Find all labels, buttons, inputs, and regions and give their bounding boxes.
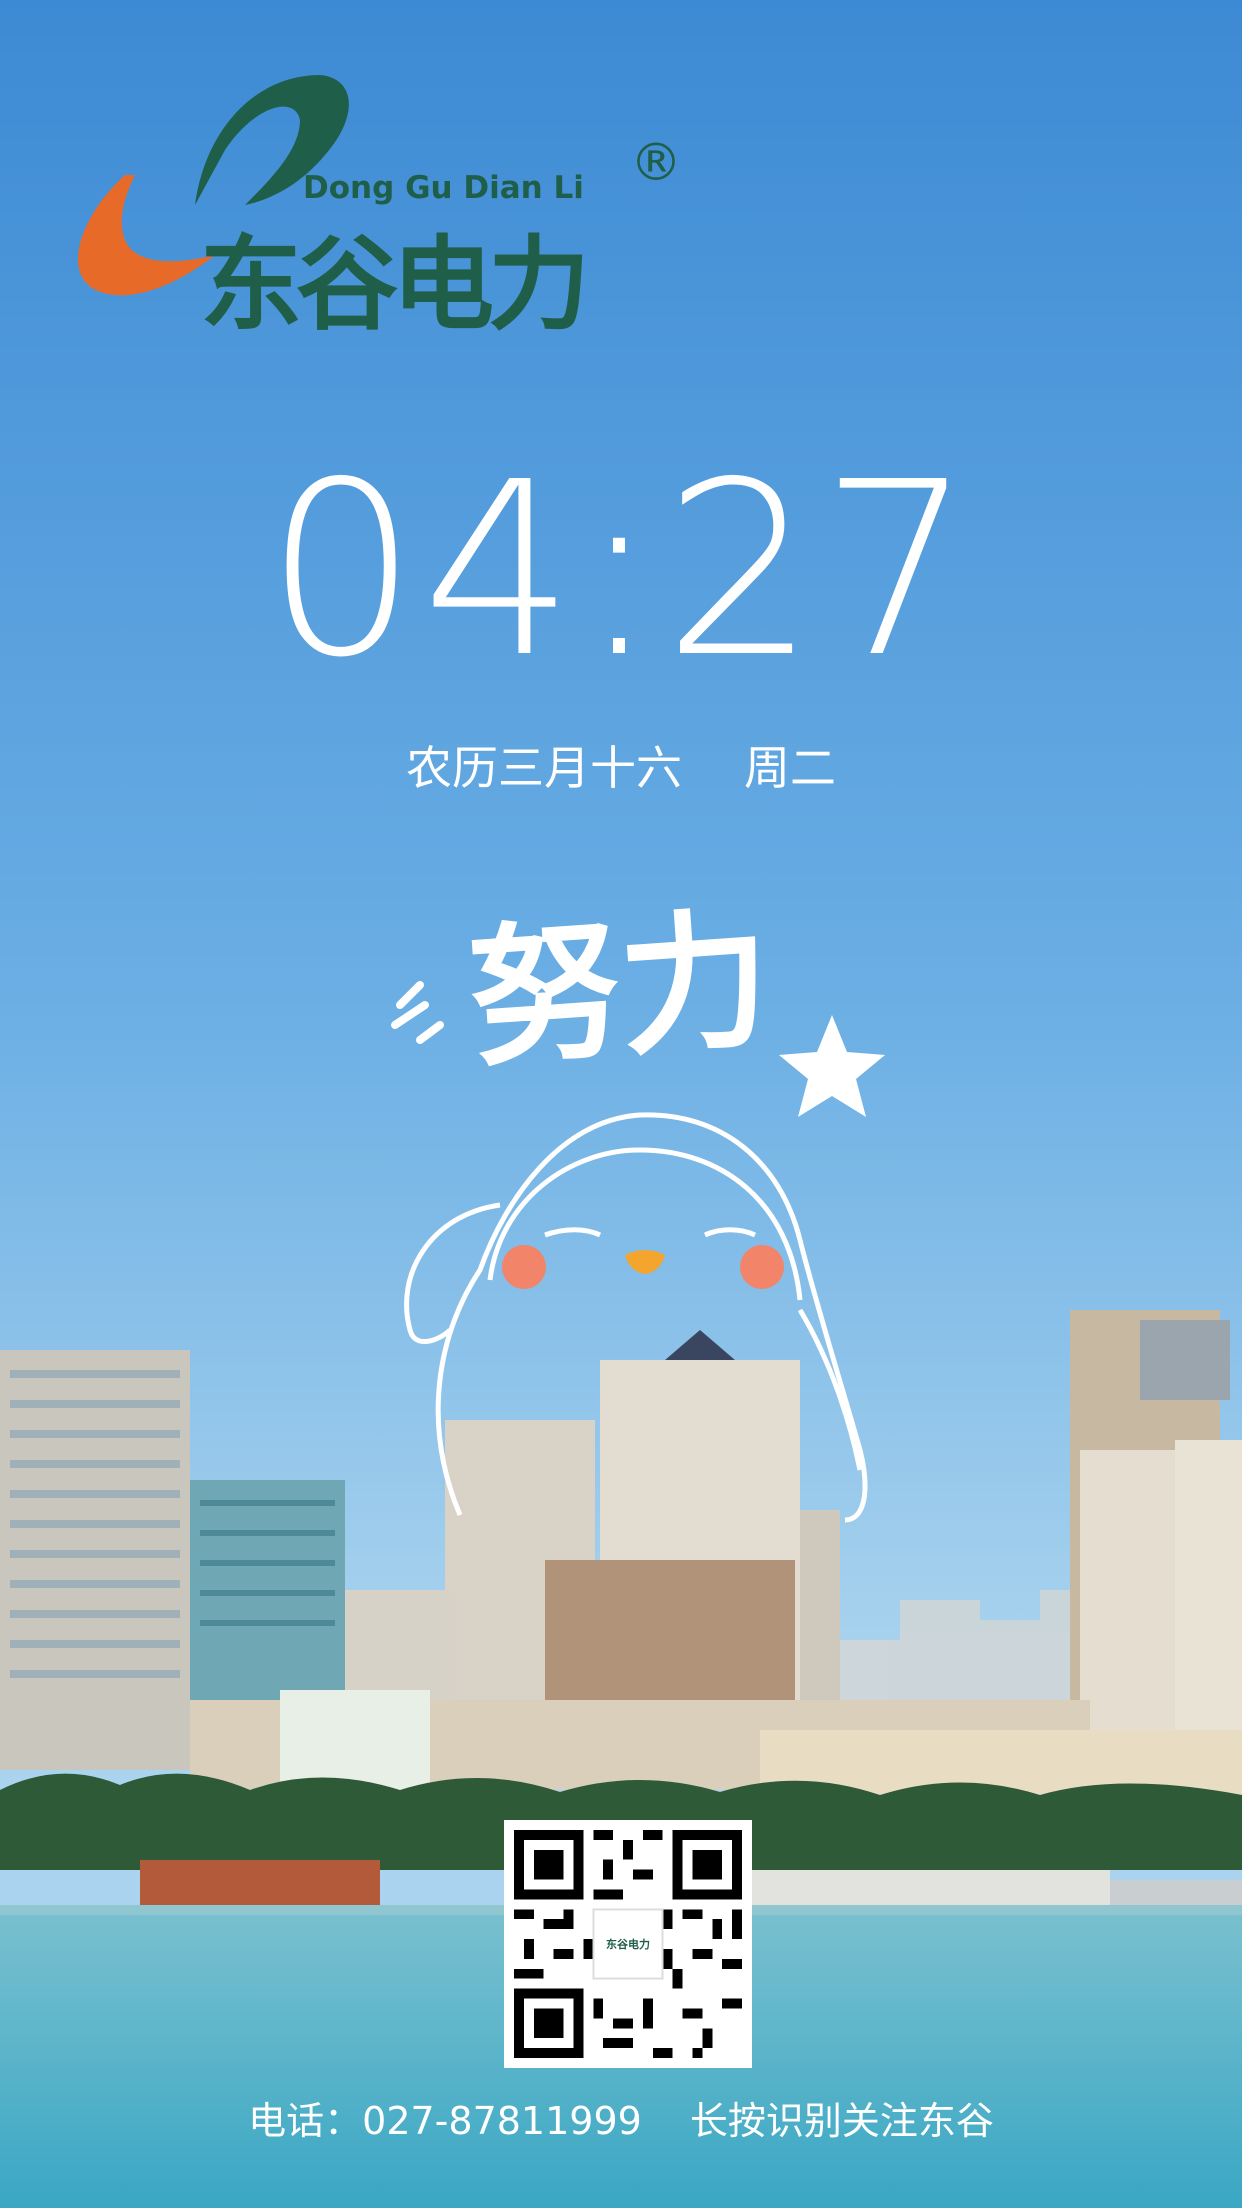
spark-lines-icon: [391, 981, 444, 1044]
lunar-date: 农历三月十六: [406, 741, 682, 795]
star-icon: [779, 1015, 885, 1117]
footer-info: 电话：027-87811999 长按识别关注东谷: [0, 2096, 1242, 2146]
beak-icon: [625, 1250, 665, 1274]
logo-mark: Dong Gu Dian Li ® 东谷电力: [77, 75, 682, 345]
brand-logo: Dong Gu Dian Li ® 东谷电力: [55, 60, 695, 350]
building: [0, 1350, 190, 1770]
qr-center-logo: 东谷电力: [601, 1917, 655, 1971]
date-line: 农历三月十六 周二: [0, 738, 1242, 798]
follow-text: 长按识别关注东谷: [689, 2099, 994, 2143]
left-cheek-icon: [502, 1245, 546, 1289]
slogan-text: 努力: [464, 893, 775, 1088]
left-eye-icon: [544, 1227, 602, 1238]
logo-english-name: Dong Gu Dian Li: [303, 170, 584, 206]
phone-text: 电话：027-87811999: [248, 2099, 642, 2143]
qr-center-logo-text: 东谷电力: [606, 1938, 650, 1951]
right-eye-icon: [703, 1227, 757, 1238]
registered-mark: ®: [630, 133, 682, 193]
clock-time: 04:27: [265, 430, 977, 710]
weekday: 周二: [744, 741, 836, 795]
logo-chinese-name: 东谷电力: [200, 226, 584, 345]
right-cheek-icon: [740, 1245, 784, 1289]
penguin-mascot: 努力: [391, 893, 885, 1523]
